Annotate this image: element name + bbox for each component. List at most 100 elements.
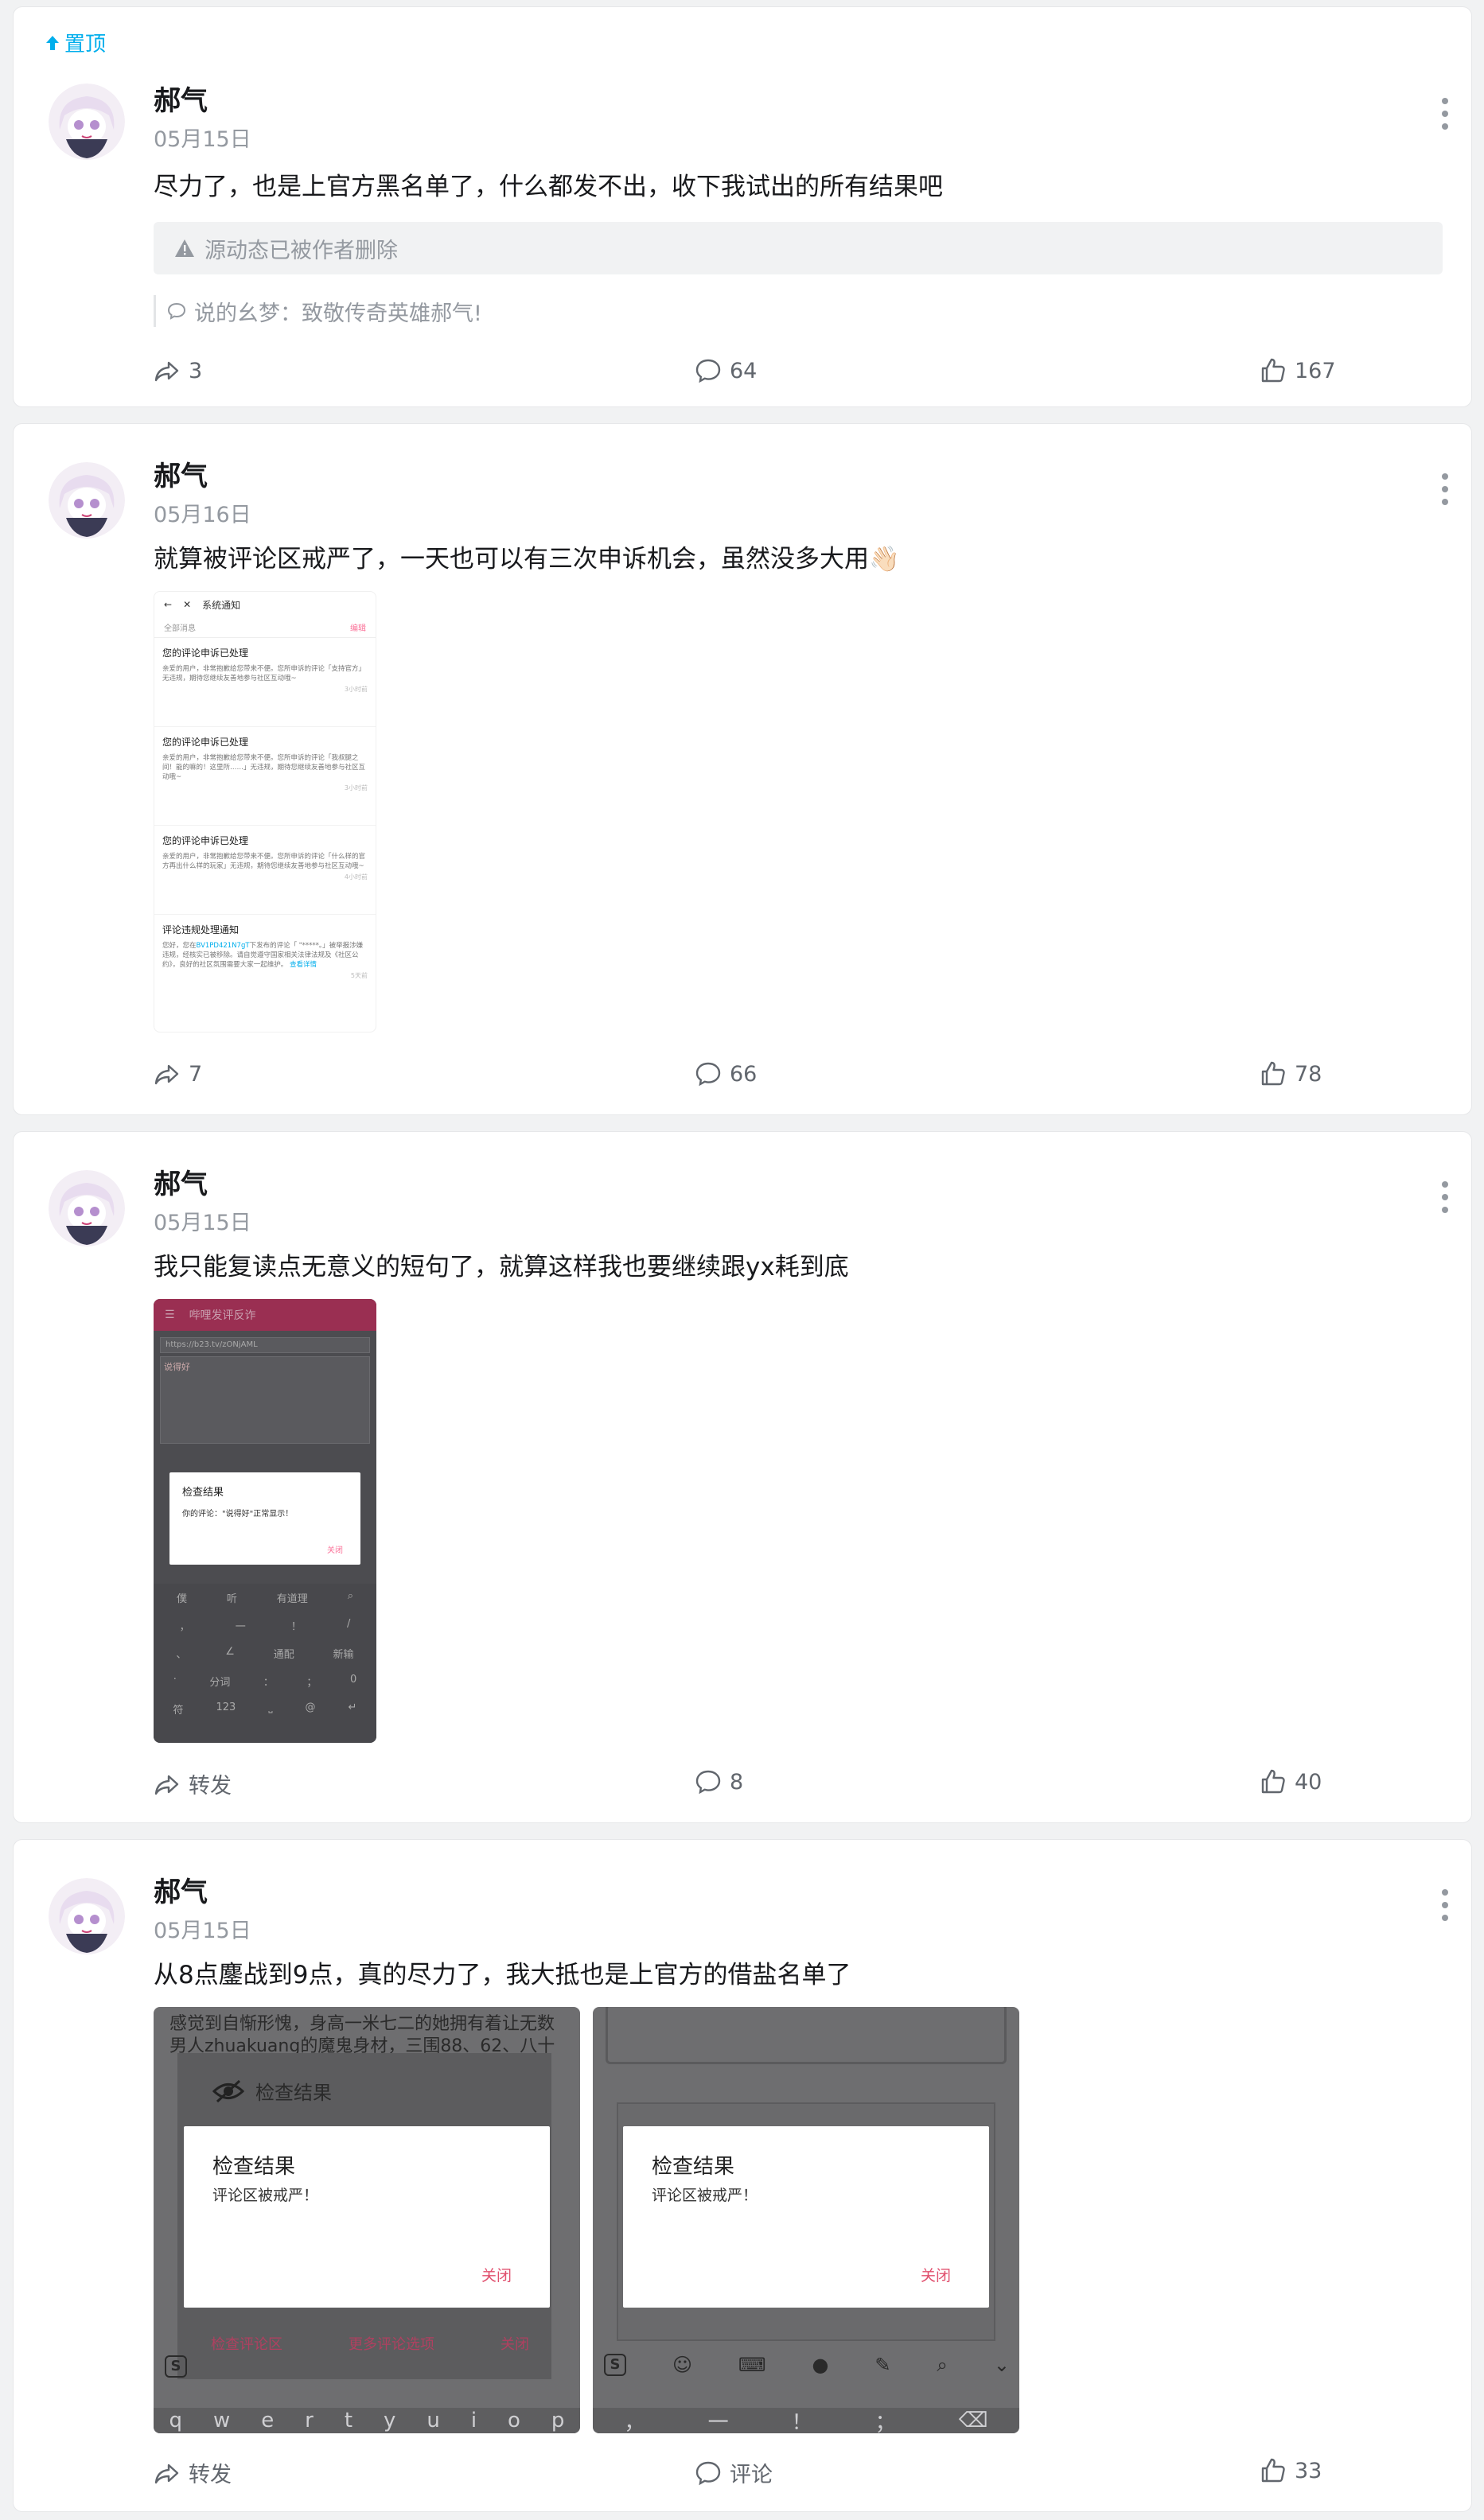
post-date: 05月15日 — [154, 1211, 251, 1235]
username[interactable]: 郝气 — [154, 454, 208, 493]
dialog-message: 评论区被戒严！ — [652, 2187, 758, 2204]
key: q — [169, 2409, 182, 2432]
more-options-icon[interactable] — [1441, 473, 1449, 505]
post-actions: 7 66 78 — [154, 1060, 1331, 1092]
notification-item-body: 亲爱的用户，非常抱歉给您带来不便。您所申诉的评论「支持官方」无违规，期待您继续友… — [162, 665, 366, 682]
key: 、 — [176, 1649, 187, 1661]
key: @ — [305, 1701, 316, 1713]
key: y — [384, 2409, 396, 2432]
forward-icon — [154, 1775, 179, 1795]
post-date: 05月15日 — [154, 1919, 251, 1943]
avatar[interactable] — [49, 1878, 125, 1954]
notification-header: ← ✕ 系统通知 — [154, 592, 376, 617]
deleted-source-notice: 源动态已被作者删除 — [154, 222, 1443, 274]
key: u — [427, 2409, 440, 2432]
view-details-link[interactable]: 查看详情 — [290, 961, 317, 969]
dialog-close: 关闭 — [920, 2267, 951, 2285]
notification-item-body: 亲爱的用户，非常抱歉给您带来不便。您所申诉的评论「我叔腿之间！能的嘛的！这里所…… — [162, 754, 366, 781]
post-date: 05月15日 — [154, 127, 251, 152]
forward-icon — [154, 1064, 179, 1085]
forward-button[interactable]: 3 — [154, 357, 202, 384]
like-button[interactable]: 167 — [1260, 357, 1336, 384]
comment-button[interactable]: 评论 — [695, 2457, 773, 2488]
key: 听 — [226, 1593, 237, 1605]
avatar[interactable] — [49, 84, 125, 160]
result-dialog: 检查结果 评论区被戒严！ 关闭 — [623, 2126, 989, 2308]
notification-title: 系统通知 — [202, 599, 241, 611]
key: o — [508, 2409, 520, 2432]
edit-label: 编辑 — [350, 624, 366, 633]
app-title: 哔哩发评反诈 — [189, 1309, 256, 1322]
post-image[interactable]: ☰ 哔哩发评反诈 https://b23.tv/zONjAML 说得好 检查结果 … — [154, 1299, 376, 1743]
key: ， — [179, 1621, 190, 1633]
username[interactable]: 郝气 — [154, 1162, 208, 1201]
comment-label: 评论 — [730, 2463, 773, 2487]
bottom-link: 关闭 — [501, 2336, 529, 2353]
thumbs-up-icon — [1261, 358, 1285, 383]
comment-icon — [695, 2461, 721, 2485]
keyboard-row: ， 一 ！ ； ⌫ — [593, 2408, 1019, 2433]
key: ⌫ — [958, 2409, 988, 2432]
avatar[interactable] — [49, 1170, 125, 1246]
key: ； — [306, 1677, 317, 1689]
notification-item-title: 评论违规处理通知 — [162, 924, 240, 935]
notification-item-time: 5天前 — [350, 972, 368, 979]
comment-count: 64 — [730, 358, 758, 383]
post-image[interactable]: 检查结果 评论区被戒严！ 关闭 S ☺ ⌨ ● ✎ ⌕ ⌄ ， 一 ！ ； ⌫ — [593, 2007, 1019, 2433]
post-actions: 3 64 167 — [154, 357, 1336, 389]
key: ⎵ — [268, 1701, 273, 1713]
more-options-icon[interactable] — [1441, 98, 1449, 130]
notification-item-time: 3小时前 — [344, 784, 368, 791]
more-options-icon[interactable] — [1441, 1889, 1449, 1921]
comment-icon — [695, 359, 721, 383]
forward-button[interactable]: 转发 — [154, 2457, 232, 2488]
key: e — [261, 2409, 275, 2432]
keyboard-row: 、 ∠ 通配 新输 — [154, 1639, 376, 1667]
pinned-label: 置顶 — [64, 33, 107, 56]
post-actions: 转发 评论 33 — [154, 2457, 1331, 2489]
back-arrow-icon: ← — [164, 599, 173, 610]
username[interactable]: 郝气 — [154, 79, 208, 118]
key: ↵ — [348, 1701, 357, 1713]
quoted-comment[interactable]: 说的幺梦：致敬传奇英雄郝气! — [154, 295, 482, 327]
like-button[interactable]: 40 — [1260, 1768, 1322, 1795]
avatar[interactable] — [49, 462, 125, 539]
notification-item-title: 您的评论申诉已处理 — [162, 835, 249, 846]
close-icon: ✕ — [183, 599, 192, 610]
search-icon: ⌕ — [937, 2354, 948, 2376]
background-panel-header: 检查结果 — [212, 2077, 332, 2105]
forward-button[interactable]: 转发 — [154, 1768, 232, 1799]
like-button[interactable]: 78 — [1260, 1060, 1322, 1087]
thumbs-up-icon — [1261, 1061, 1285, 1086]
keyboard-toolbar: S ☺ ⌨ ● ✎ ⌕ ⌄ — [604, 2354, 1010, 2376]
menu-icon: ☰ — [165, 1309, 175, 1321]
like-button[interactable]: 33 — [1260, 2457, 1322, 2484]
forward-count: 7 — [189, 1061, 203, 1087]
comment-button[interactable]: 66 — [695, 1060, 757, 1087]
dialog-title: 检查结果 — [182, 1487, 224, 1499]
post-image[interactable]: 感觉到自惭形愧，身高一米七二的她拥有着让无数男人zhuakuang的魔鬼身材，三… — [154, 2007, 580, 2433]
notification-item-title: 您的评论申诉已处理 — [162, 648, 249, 659]
keyboard-row: ， 一 ！ / — [154, 1612, 376, 1639]
comment-button[interactable]: 64 — [695, 357, 757, 384]
post-card: 郝气 05月16日 就算被评论区戒严了，一天也可以有三次申诉机会，虽然没多大用👋… — [13, 423, 1472, 1115]
video-link[interactable]: BV1PD421N7gT — [197, 942, 250, 950]
ime-logo-icon: S — [604, 2354, 626, 2376]
comment-count: 66 — [730, 1061, 758, 1087]
forward-button[interactable]: 7 — [154, 1060, 202, 1087]
username[interactable]: 郝气 — [154, 1870, 208, 1909]
key: 0 — [349, 1674, 357, 1686]
background-title: 检查结果 — [255, 2082, 332, 2104]
all-messages-label: 全部消息 — [164, 624, 196, 633]
like-count: 78 — [1295, 1061, 1322, 1087]
comment-button[interactable]: 8 — [695, 1768, 743, 1795]
post-image[interactable]: ← ✕ 系统通知 全部消息 编辑 您的评论申诉已处理 亲爱的用户，非常抱歉给您带来不便… — [154, 591, 376, 1032]
key: 新输 — [333, 1649, 354, 1661]
post-actions: 转发 8 40 — [154, 1768, 1331, 1800]
comment-icon — [695, 1062, 721, 1087]
mic-icon: ● — [812, 2354, 829, 2376]
more-options-icon[interactable] — [1441, 1181, 1449, 1213]
notification-item-body: 您好，您在BV1PD421N7gT下发布的评论「 "*****。」被举报涉嫌违规… — [162, 941, 368, 970]
warning-icon — [175, 239, 194, 257]
comment-count: 8 — [730, 1769, 744, 1795]
